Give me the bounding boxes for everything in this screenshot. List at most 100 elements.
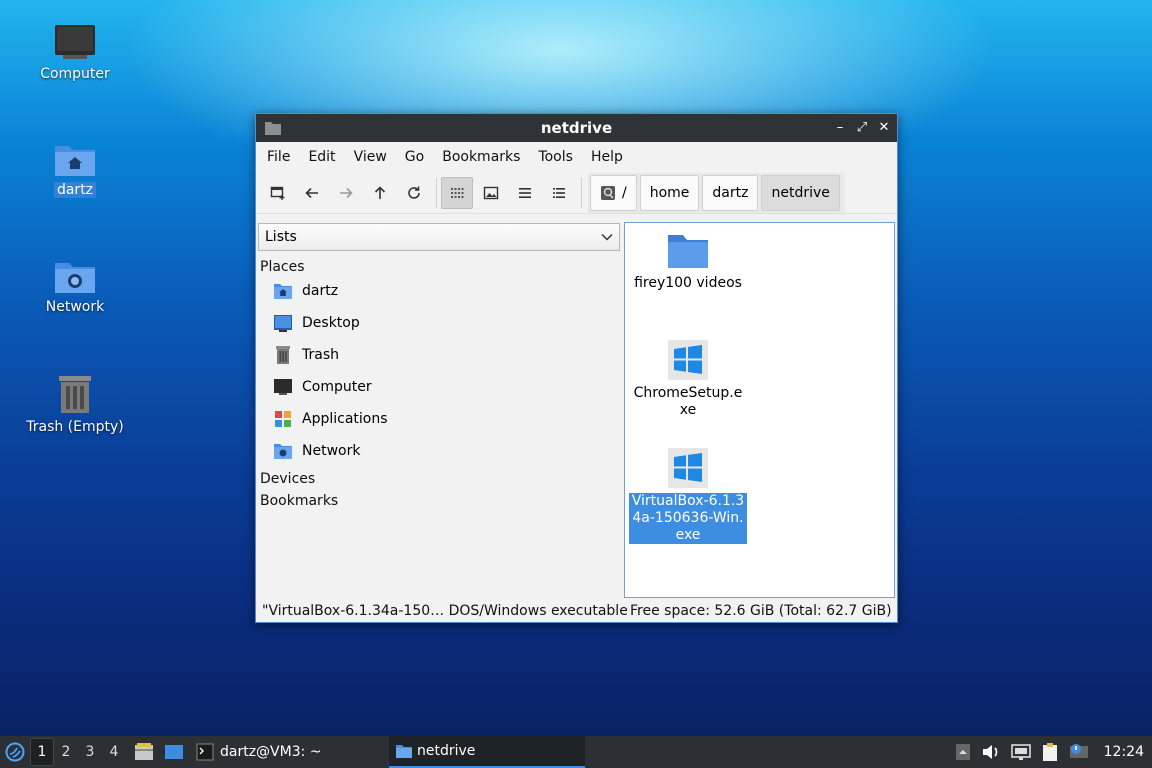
workspace-2[interactable]: 2 — [54, 738, 78, 766]
menu-help[interactable]: Help — [582, 149, 632, 165]
desktop-icon — [165, 745, 183, 759]
place-applications[interactable]: Applications — [258, 403, 621, 435]
place-label: Computer — [302, 379, 372, 395]
windows-exe-icon — [668, 340, 708, 380]
desktop-icon-trash[interactable]: Trash (Empty) — [15, 373, 135, 435]
window-title: netdrive — [540, 119, 613, 137]
network-status-button[interactable] — [1010, 743, 1031, 761]
menu-tools[interactable]: Tools — [529, 149, 582, 165]
computer-icon — [55, 25, 95, 59]
back-button[interactable] — [296, 177, 328, 209]
place-label: Network — [302, 443, 361, 459]
side-pane-mode-select[interactable]: Lists — [258, 223, 620, 251]
menu-go[interactable]: Go — [396, 149, 433, 165]
taskbar: 1 2 3 4 dartz@VM3: ~ netdrive 12:24 — [0, 736, 1152, 768]
place-label: dartz — [302, 283, 339, 299]
start-menu-button[interactable] — [0, 742, 30, 762]
place-network[interactable]: Network — [258, 435, 621, 467]
path-crumb-dartz[interactable]: dartz — [702, 174, 759, 211]
workspace-1[interactable]: 1 — [30, 738, 54, 766]
menu-bar: File Edit View Go Bookmarks Tools Help — [256, 142, 897, 172]
menu-bookmarks[interactable]: Bookmarks — [433, 149, 529, 165]
path-crumb-home[interactable]: home — [639, 174, 700, 211]
file-item-selected[interactable]: VirtualBox-6.1.34a-150636-Win.exe — [629, 447, 747, 544]
side-pane-mode-value: Lists — [265, 229, 297, 245]
network-folder-icon — [55, 263, 95, 293]
desktop-icon-label: Trash (Empty) — [26, 419, 124, 435]
places-heading[interactable]: Places — [260, 259, 621, 275]
show-desktop-button[interactable] — [164, 743, 184, 761]
path-root-button[interactable]: / — [590, 174, 637, 211]
workspace-3[interactable]: 3 — [78, 738, 102, 766]
menu-view[interactable]: View — [345, 149, 396, 165]
task-netdrive[interactable]: netdrive — [389, 736, 585, 768]
desktop-icon-network[interactable]: Network — [15, 257, 135, 315]
maximize-button[interactable]: ⤢ — [855, 119, 869, 135]
place-trash[interactable]: Trash — [258, 339, 621, 371]
folder-icon — [668, 235, 708, 268]
bookmarks-heading[interactable]: Bookmarks — [260, 493, 621, 509]
place-label: Desktop — [302, 315, 360, 331]
file-manager-window: netdrive – ⤢ ✕ File Edit View Go Bookmar… — [255, 113, 898, 623]
detailed-view-button[interactable] — [543, 177, 575, 209]
place-computer[interactable]: Computer — [258, 371, 621, 403]
path-bar: / home dartz netdrive — [588, 172, 845, 213]
path-root-label: / — [622, 184, 627, 201]
windows-exe-icon — [668, 448, 708, 488]
place-label: Applications — [302, 411, 388, 427]
reload-button[interactable] — [398, 177, 430, 209]
file-manager-launcher[interactable] — [134, 742, 154, 762]
new-window-button[interactable] — [262, 177, 294, 209]
reload-icon — [408, 186, 420, 199]
task-terminal-label: dartz@VM3: ~ — [220, 744, 322, 760]
thumbnail-view-button[interactable] — [475, 177, 507, 209]
notifications-button[interactable] — [1069, 743, 1089, 761]
icon-view-button[interactable] — [441, 176, 473, 209]
toolbar-separator — [436, 177, 437, 208]
desktop-icon-label: Computer — [40, 66, 110, 82]
clipboard-icon — [1042, 743, 1057, 761]
clipboard-button[interactable] — [1041, 742, 1059, 762]
path-crumb-netdrive[interactable]: netdrive — [761, 174, 840, 211]
minimize-button[interactable]: – — [833, 119, 847, 135]
desktop-icon — [274, 315, 292, 332]
chevron-down-icon — [601, 233, 613, 241]
window-titlebar[interactable]: netdrive – ⤢ ✕ — [256, 114, 897, 142]
status-free-space: Free space: 52.6 GiB (Total: 62.7 GiB) — [630, 603, 892, 619]
menu-edit[interactable]: Edit — [299, 149, 344, 165]
desktop-icon-dartz[interactable]: dartz — [15, 140, 135, 198]
computer-icon — [274, 379, 292, 395]
applications-icon — [275, 411, 291, 427]
lxqt-logo-icon — [5, 742, 25, 762]
compact-view-button[interactable] — [509, 177, 541, 209]
trash-icon — [59, 376, 91, 413]
menu-file[interactable]: File — [258, 149, 299, 165]
file-name: VirtualBox-6.1.34a-150636-Win.exe — [629, 493, 747, 544]
new-window-icon — [270, 186, 285, 200]
list-icon — [519, 187, 531, 198]
status-bar: "VirtualBox-6.1.34a-150… DOS/Windows exe… — [256, 600, 897, 622]
status-selection: "VirtualBox-6.1.34a-150… DOS/Windows exe… — [262, 603, 628, 619]
file-view[interactable]: firey100 videos ChromeSetup.exe VirtualB… — [624, 222, 895, 598]
detailed-list-icon — [553, 187, 565, 198]
task-terminal[interactable]: dartz@VM3: ~ — [196, 736, 322, 768]
place-desktop[interactable]: Desktop — [258, 307, 621, 339]
workspace-4[interactable]: 4 — [102, 738, 126, 766]
up-button[interactable] — [364, 177, 396, 209]
grid-icon — [451, 187, 464, 198]
desktop-icon-label: Network — [45, 299, 105, 315]
file-name: firey100 videos — [634, 275, 742, 291]
forward-button[interactable] — [330, 177, 362, 209]
place-dartz[interactable]: dartz — [258, 275, 621, 307]
desktop-icon-computer[interactable]: Computer — [15, 22, 135, 82]
clock[interactable]: 12:24 — [1104, 744, 1144, 760]
drive-icon — [601, 185, 615, 200]
file-item[interactable]: ChromeSetup.exe — [629, 339, 747, 419]
folder-icon — [396, 745, 412, 758]
file-item[interactable]: firey100 videos — [629, 231, 747, 292]
tray-expand-button[interactable] — [955, 743, 971, 761]
desktop-icon-label: dartz — [53, 182, 97, 198]
close-button[interactable]: ✕ — [877, 119, 891, 135]
devices-heading[interactable]: Devices — [260, 471, 621, 487]
volume-button[interactable] — [981, 743, 1001, 761]
